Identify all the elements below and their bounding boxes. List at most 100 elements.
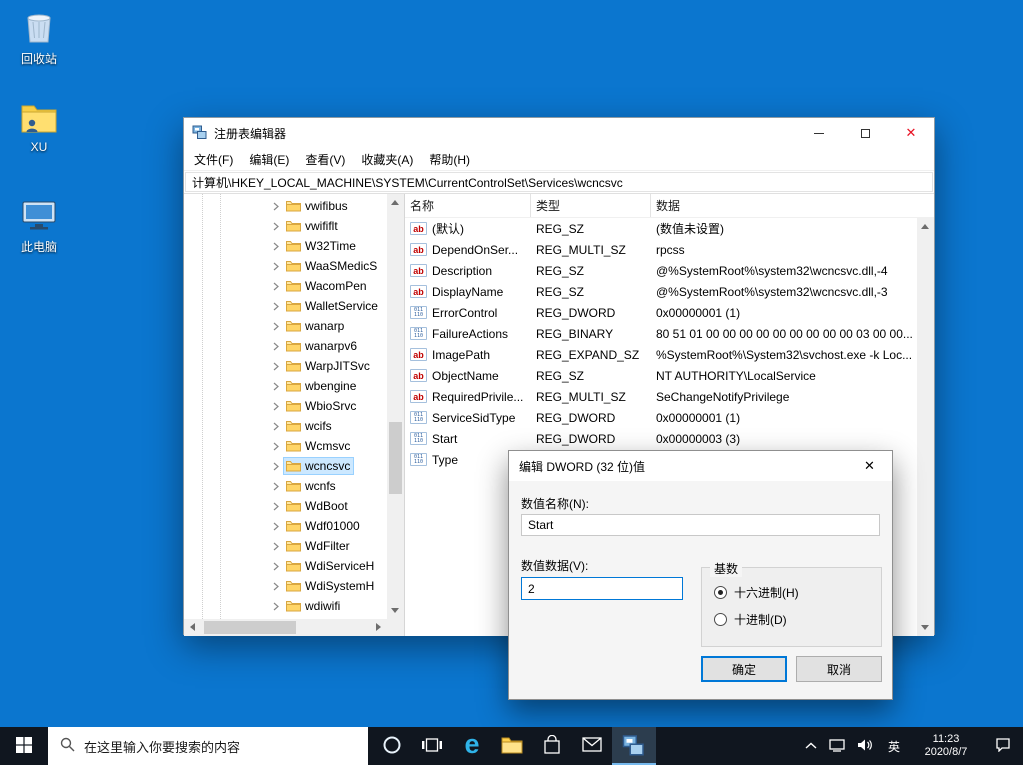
dialog-title-bar[interactable]: 编辑 DWORD (32 位)值 ✕ — [509, 451, 892, 481]
scroll-down-arrow-icon[interactable] — [921, 625, 929, 630]
tree-item-W32Time[interactable]: W32Time — [184, 236, 387, 256]
tree-vertical-scrollbar[interactable] — [387, 194, 404, 619]
expand-chevron-icon[interactable] — [272, 242, 283, 251]
radio-selected-icon[interactable] — [714, 586, 727, 599]
radio-hexadecimal[interactable]: 十六进制(H) — [714, 584, 799, 601]
expand-chevron-icon[interactable] — [272, 422, 283, 431]
list-vertical-scrollbar[interactable] — [917, 218, 934, 636]
value-row-RequiredPrivile...[interactable]: abRequiredPrivile...REG_MULTI_SZSeChange… — [405, 386, 917, 407]
expand-chevron-icon[interactable] — [272, 582, 283, 591]
value-row-DependOnSer...[interactable]: abDependOnSer...REG_MULTI_SZrpcss — [405, 239, 917, 260]
edge-button[interactable]: e — [452, 727, 492, 765]
tree-item-wanarp[interactable]: wanarp — [184, 316, 387, 336]
address-input[interactable]: 计算机\HKEY_LOCAL_MACHINE\SYSTEM\CurrentCon… — [185, 172, 933, 192]
tree-item-wcifs[interactable]: wcifs — [184, 416, 387, 436]
expand-chevron-icon[interactable] — [272, 282, 283, 291]
tree-item-WdiServiceH[interactable]: WdiServiceH — [184, 556, 387, 576]
scroll-up-arrow-icon[interactable] — [921, 224, 929, 229]
desktop-icon-recycle-bin[interactable]: 回收站 — [10, 8, 68, 67]
menu-item-3[interactable]: 收藏夹(A) — [353, 148, 421, 170]
expand-chevron-icon[interactable] — [272, 502, 283, 511]
radio-unselected-icon[interactable] — [714, 613, 727, 626]
value-row-ObjectName[interactable]: abObjectNameREG_SZNT AUTHORITY\LocalServ… — [405, 365, 917, 386]
tree-item-Wdf01000[interactable]: Wdf01000 — [184, 516, 387, 536]
value-row-FailureActions[interactable]: 011110FailureActionsREG_BINARY80 51 01 0… — [405, 323, 917, 344]
scrollbar-thumb[interactable] — [204, 621, 296, 634]
scroll-down-arrow-icon[interactable] — [391, 608, 399, 613]
scroll-right-arrow-icon[interactable] — [376, 623, 381, 631]
expand-chevron-icon[interactable] — [272, 462, 283, 471]
file-explorer-button[interactable] — [492, 727, 532, 765]
value-row-Start[interactable]: 011110StartREG_DWORD0x00000003 (3) — [405, 428, 917, 449]
store-button[interactable] — [532, 727, 572, 765]
menu-item-4[interactable]: 帮助(H) — [421, 148, 478, 170]
tree-item-vwififlt[interactable]: vwififlt — [184, 216, 387, 236]
value-row-ErrorControl[interactable]: 011110ErrorControlREG_DWORD0x00000001 (1… — [405, 302, 917, 323]
tree-item-wbengine[interactable]: wbengine — [184, 376, 387, 396]
expand-chevron-icon[interactable] — [272, 442, 283, 451]
value-row-(默认)[interactable]: ab(默认)REG_SZ(数值未设置) — [405, 218, 917, 239]
tree-item-WaaSMedicS[interactable]: WaaSMedicS — [184, 256, 387, 276]
value-name-field[interactable]: Start — [521, 514, 880, 536]
tree-item-WarpJITSvc[interactable]: WarpJITSvc — [184, 356, 387, 376]
tree-item-WdiSystemH[interactable]: WdiSystemH — [184, 576, 387, 596]
scroll-left-arrow-icon[interactable] — [190, 623, 195, 631]
tree-item-wcnfs[interactable]: wcnfs — [184, 476, 387, 496]
expand-chevron-icon[interactable] — [272, 362, 283, 371]
expand-chevron-icon[interactable] — [272, 542, 283, 551]
tree-item-WdBoot[interactable]: WdBoot — [184, 496, 387, 516]
radio-decimal[interactable]: 十进制(D) — [714, 611, 787, 628]
show-hidden-icons-button[interactable] — [799, 727, 823, 765]
taskbar-search-box[interactable]: 在这里输入你要搜索的内容 — [48, 727, 368, 765]
cancel-button[interactable]: 取消 — [796, 656, 882, 682]
scroll-up-arrow-icon[interactable] — [391, 200, 399, 205]
expand-chevron-icon[interactable] — [272, 382, 283, 391]
value-row-Description[interactable]: abDescriptionREG_SZ@%SystemRoot%\system3… — [405, 260, 917, 281]
expand-chevron-icon[interactable] — [272, 202, 283, 211]
expand-chevron-icon[interactable] — [272, 402, 283, 411]
desktop-icon-xu-folder[interactable]: XU — [10, 102, 68, 154]
desktop-icon-this-pc[interactable]: 此电脑 — [10, 198, 68, 255]
taskbar-clock[interactable]: 11:23 2020/8/7 — [909, 727, 983, 765]
expand-chevron-icon[interactable] — [272, 602, 283, 611]
maximize-button[interactable] — [842, 118, 888, 148]
menu-item-0[interactable]: 文件(F) — [186, 148, 241, 170]
expand-chevron-icon[interactable] — [272, 522, 283, 531]
menu-item-2[interactable]: 查看(V) — [297, 148, 353, 170]
expand-chevron-icon[interactable] — [272, 262, 283, 271]
network-tray-button[interactable] — [823, 727, 851, 765]
tree-item-WacomPen[interactable]: WacomPen — [184, 276, 387, 296]
expand-chevron-icon[interactable] — [272, 222, 283, 231]
column-header-1[interactable]: 类型 — [531, 194, 651, 217]
tree-horizontal-scrollbar[interactable] — [184, 619, 387, 636]
close-button[interactable]: ✕ — [888, 118, 934, 148]
value-data-input[interactable]: 2 — [521, 577, 683, 600]
title-bar[interactable]: 注册表编辑器 ✕ — [184, 118, 934, 148]
menu-item-1[interactable]: 编辑(E) — [241, 148, 297, 170]
tree-item-Wcmsvc[interactable]: Wcmsvc — [184, 436, 387, 456]
dialog-close-icon[interactable]: ✕ — [847, 451, 892, 481]
expand-chevron-icon[interactable] — [272, 562, 283, 571]
start-button[interactable] — [0, 727, 48, 765]
tree-item-WalletService[interactable]: WalletService — [184, 296, 387, 316]
value-row-DisplayName[interactable]: abDisplayNameREG_SZ@%SystemRoot%\system3… — [405, 281, 917, 302]
minimize-button[interactable] — [796, 118, 842, 148]
action-center-button[interactable] — [983, 727, 1023, 765]
scrollbar-thumb[interactable] — [389, 422, 402, 494]
expand-chevron-icon[interactable] — [272, 322, 283, 331]
column-header-0[interactable]: 名称 — [405, 194, 531, 217]
volume-tray-button[interactable] — [851, 727, 879, 765]
tree-item-wcncsvc[interactable]: wcncsvc — [184, 456, 387, 476]
expand-chevron-icon[interactable] — [272, 342, 283, 351]
tree-item-WdFilter[interactable]: WdFilter — [184, 536, 387, 556]
value-row-ImagePath[interactable]: abImagePathREG_EXPAND_SZ%SystemRoot%\Sys… — [405, 344, 917, 365]
mail-button[interactable] — [572, 727, 612, 765]
ok-button[interactable]: 确定 — [701, 656, 787, 682]
tree-item-vwifibus[interactable]: vwifibus — [184, 196, 387, 216]
task-view-button[interactable] — [412, 727, 452, 765]
value-row-ServiceSidType[interactable]: 011110ServiceSidTypeREG_DWORD0x00000001 … — [405, 407, 917, 428]
regedit-taskbar-button[interactable] — [612, 727, 656, 765]
tree-item-WbioSrvc[interactable]: WbioSrvc — [184, 396, 387, 416]
expand-chevron-icon[interactable] — [272, 482, 283, 491]
cortana-button[interactable] — [372, 727, 412, 765]
